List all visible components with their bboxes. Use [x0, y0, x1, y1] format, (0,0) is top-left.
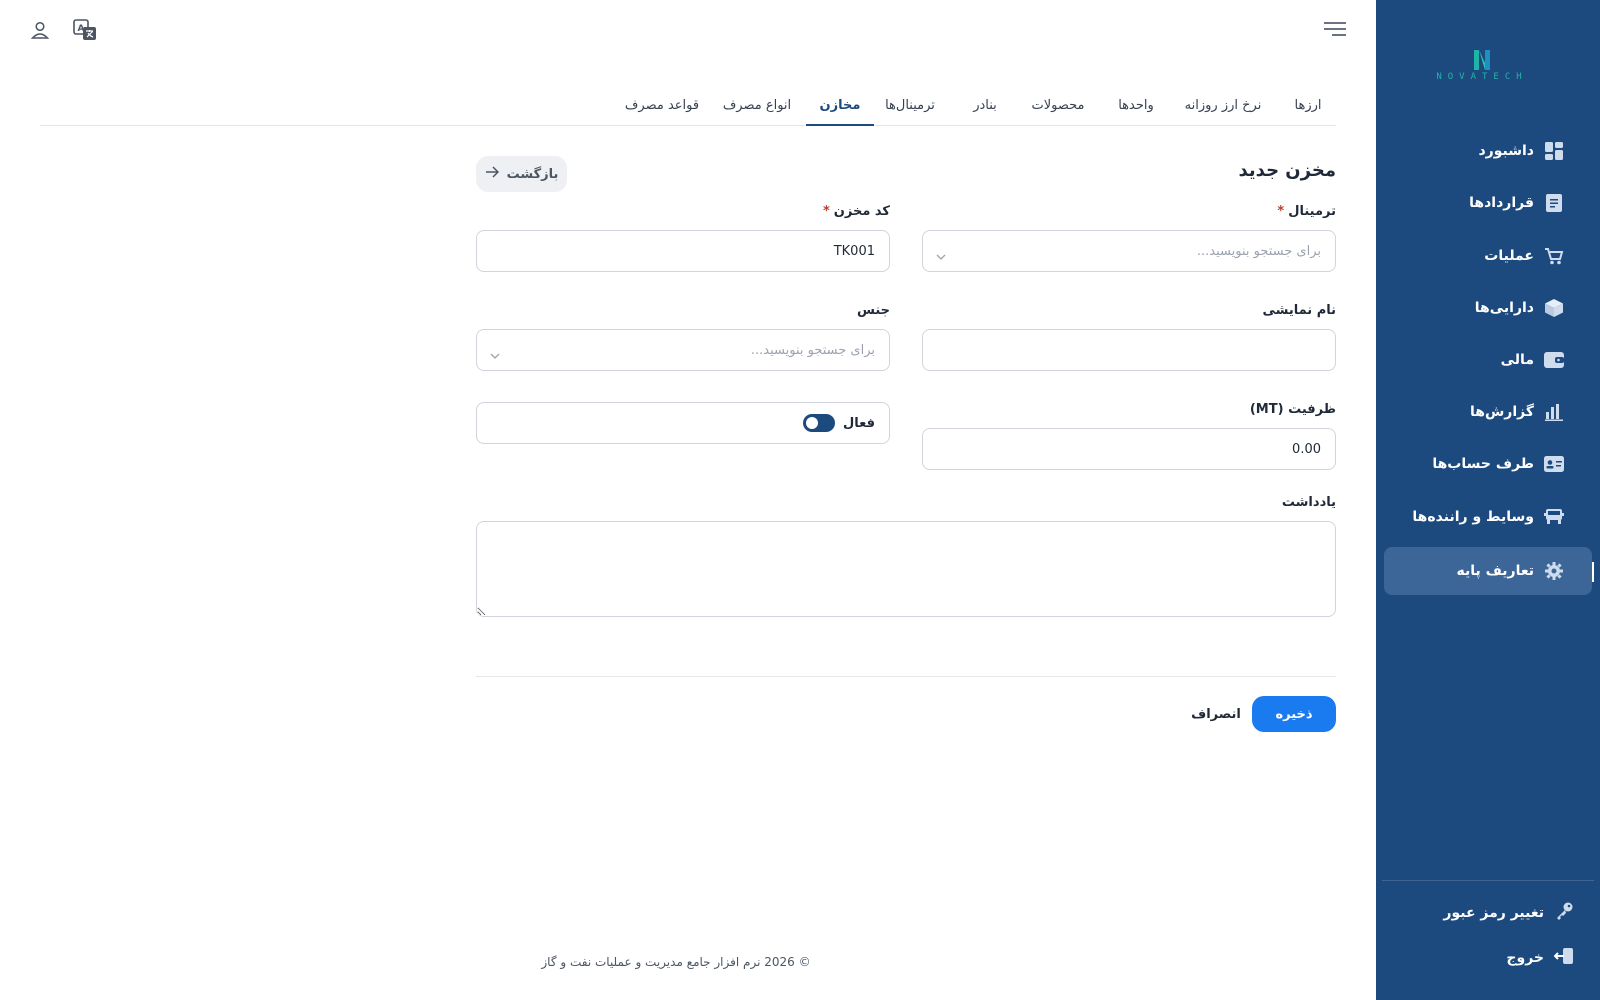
sidebar-item-label: قراردادها: [1469, 195, 1534, 211]
bar-chart-icon: [1544, 402, 1564, 422]
sidebar-item-label: داشبورد: [1478, 143, 1535, 159]
tab-ports[interactable]: بنادر: [968, 86, 1002, 126]
sidebar-item-contracts[interactable]: قراردادها: [1384, 179, 1592, 227]
capacity-input[interactable]: [922, 428, 1336, 470]
truck-icon: [1544, 507, 1564, 527]
page-title: مخزن جدید: [1238, 160, 1336, 181]
sidebar-item-label: مالی: [1500, 352, 1534, 368]
form-divider: [476, 676, 1336, 677]
sidebar-item-reports[interactable]: گزارش‌ها: [1384, 388, 1592, 436]
footer-copyright: © 2026 نرم افزار جامع مدیریت و عملیات نف…: [541, 955, 811, 969]
settings-tabs: ارزها نرخ ارز روزانه واحدها محصولات بناد…: [40, 86, 1336, 126]
sidebar-item-assets[interactable]: دارایی‌ها: [1384, 284, 1592, 332]
arrow-right-icon: [485, 166, 499, 182]
brand-logo[interactable]: NOVATECH: [1422, 46, 1542, 92]
sidebar-item-label: طرف حساب‌ها: [1432, 456, 1534, 472]
sidebar-item-vehicles-drivers[interactable]: وسایط و راننده‌ها: [1384, 493, 1592, 541]
tab-currencies[interactable]: ارزها: [1289, 86, 1327, 126]
wallet-icon: [1544, 350, 1564, 370]
tank-code-input[interactable]: [476, 230, 890, 272]
dashboard-icon: [1544, 141, 1564, 161]
material-select[interactable]: [476, 329, 890, 371]
key-icon: [1554, 901, 1574, 925]
note-label: یادداشت: [1281, 495, 1336, 510]
logout-icon: [1553, 946, 1574, 970]
sidebar-item-finance[interactable]: مالی: [1384, 336, 1592, 384]
sidebar-item-label: تعاریف پایه: [1456, 563, 1534, 579]
terminal-search-input[interactable]: [922, 230, 1336, 272]
tab-tanks[interactable]: مخازن: [806, 86, 874, 126]
terminal-label: ترمینال*: [1277, 204, 1336, 219]
logout-button[interactable]: خروج: [1506, 943, 1586, 973]
sidebar-item-label: گزارش‌ها: [1470, 404, 1534, 420]
active-toggle-field: فعال: [476, 402, 890, 444]
note-textarea[interactable]: [476, 521, 1336, 617]
toggle-knob: [805, 417, 818, 429]
user-profile-icon[interactable]: [28, 18, 52, 42]
logout-label: خروج: [1506, 950, 1544, 966]
contact-card-icon: [1544, 454, 1564, 474]
material-label: جنس: [856, 303, 890, 318]
sidebar: NOVATECH داشبورد قراردادها عملیات دارایی…: [1376, 0, 1600, 1000]
tab-consumption-types[interactable]: انواع مصرف: [720, 86, 794, 126]
tab-units[interactable]: واحدها: [1114, 86, 1158, 126]
sidebar-divider: [1382, 880, 1594, 881]
change-password-label: تغییر رمز عبور: [1443, 905, 1544, 921]
document-icon: [1544, 193, 1564, 213]
tab-daily-exchange-rate[interactable]: نرخ ارز روزانه: [1182, 86, 1264, 126]
sidebar-item-label: وسایط و راننده‌ها: [1412, 509, 1534, 525]
chevron-down-icon[interactable]: [490, 346, 500, 359]
sidebar-item-counterparties[interactable]: طرف حساب‌ها: [1384, 440, 1592, 488]
required-mark: *: [822, 204, 830, 219]
active-toggle-label: فعال: [842, 415, 875, 431]
translate-icon[interactable]: A: [73, 18, 97, 42]
capacity-label: ظرفیت (MT): [1249, 402, 1336, 417]
cart-icon: [1544, 246, 1564, 266]
active-item-marker: [1592, 562, 1594, 582]
tab-products[interactable]: محصولات: [1026, 86, 1090, 126]
terminal-select[interactable]: [922, 230, 1336, 272]
gear-icon: [1544, 561, 1564, 581]
logo-wordmark: NOVATECH: [1436, 72, 1528, 82]
display-name-input[interactable]: [922, 329, 1336, 371]
tab-terminals[interactable]: ترمینال‌ها: [876, 86, 944, 126]
sidebar-item-operations[interactable]: عملیات: [1384, 232, 1592, 280]
menu-toggle-icon[interactable]: [1324, 20, 1346, 38]
save-button[interactable]: ذخیره: [1252, 696, 1336, 732]
active-toggle-switch[interactable]: [802, 414, 835, 432]
required-mark: *: [1277, 204, 1285, 219]
sidebar-item-label: دارایی‌ها: [1474, 300, 1534, 316]
back-label: بازگشت: [506, 166, 559, 182]
display-name-label: نام نمایشی: [1262, 303, 1336, 318]
sidebar-item-base-definitions[interactable]: تعاریف پایه: [1384, 547, 1592, 595]
change-password-button[interactable]: تغییر رمز عبور: [1443, 898, 1586, 928]
sidebar-item-dashboard[interactable]: داشبورد: [1384, 127, 1592, 175]
chevron-down-icon[interactable]: [936, 247, 946, 260]
box-icon: [1544, 298, 1564, 318]
sidebar-item-label: عملیات: [1484, 248, 1534, 264]
back-button[interactable]: بازگشت: [476, 156, 567, 192]
tab-consumption-rules[interactable]: قواعد مصرف: [622, 86, 702, 126]
material-search-input[interactable]: [476, 329, 890, 371]
tank-code-label: کد مخزن*: [822, 204, 890, 219]
cancel-button[interactable]: انصراف: [1186, 696, 1246, 732]
